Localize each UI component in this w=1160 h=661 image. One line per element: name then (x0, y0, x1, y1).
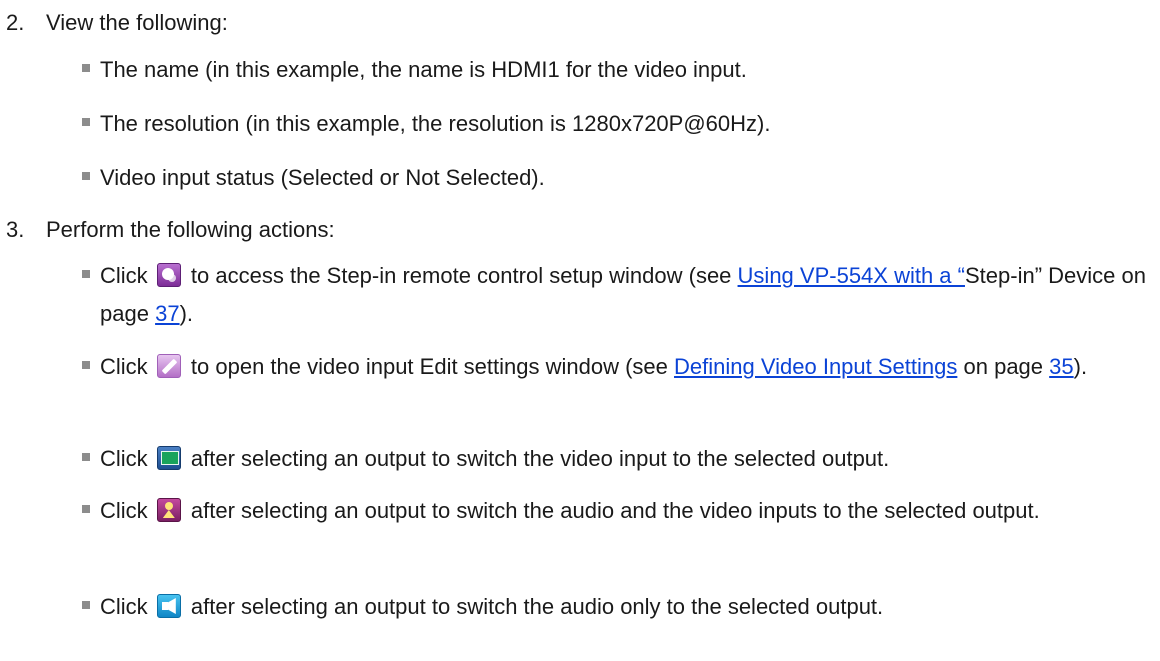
bullet-icon (82, 172, 90, 180)
bullet-icon (82, 453, 90, 461)
list-item: The resolution (in this example, the res… (52, 105, 1152, 143)
step-text: View the following: (46, 10, 228, 35)
document-page: 2. View the following: The name (in this … (0, 0, 1160, 661)
link-using-vp-554x[interactable]: Using VP-554X with a “ (738, 263, 965, 288)
audio-video-switch-icon[interactable] (156, 498, 181, 522)
bullet-icon (82, 361, 90, 369)
step-number: 2. (6, 10, 25, 35)
list-item: Click to access the Step-in remote contr… (52, 257, 1152, 333)
bullet-icon (82, 64, 90, 72)
link-defining-video-input-settings[interactable]: Defining Video Input Settings (674, 354, 957, 379)
list-item-text: Click after selecting an output to switc… (100, 446, 890, 471)
video-switch-icon[interactable] (156, 446, 181, 470)
list-item-text: Click to open the video input Edit setti… (100, 354, 1088, 379)
list-item: Click after selecting an output to switc… (52, 492, 1152, 530)
bullet-icon (82, 601, 90, 609)
edit-pencil-icon[interactable] (156, 354, 181, 378)
list-item-text: The name (in this example, the name is H… (100, 57, 747, 82)
link-page-35[interactable]: 35 (1049, 354, 1073, 379)
step-3: 3. Perform the following actions: (6, 215, 335, 245)
list-item: The name (in this example, the name is H… (52, 51, 1152, 89)
step-text: Perform the following actions: (46, 217, 335, 242)
list-item-text: The resolution (in this example, the res… (100, 111, 771, 136)
list-item: Click to open the video input Edit setti… (52, 348, 1152, 386)
audio-switch-icon[interactable] (156, 594, 181, 618)
list-item: Click after selecting an output to switc… (52, 440, 1152, 478)
step-2: 2. View the following: (6, 8, 228, 38)
list-item-text: Click to access the Step-in remote contr… (100, 263, 1146, 326)
bullet-icon (82, 505, 90, 513)
step-number: 3. (6, 217, 25, 242)
link-page-37[interactable]: 37 (155, 301, 179, 326)
list-item-text: Click after selecting an output to switc… (100, 594, 884, 619)
bullet-icon (82, 270, 90, 278)
bullet-icon (82, 118, 90, 126)
list-item-text: Click after selecting an output to switc… (100, 498, 1040, 523)
list-item-text: Video input status (Selected or Not Sele… (100, 165, 545, 190)
list-item: Click after selecting an output to switc… (52, 588, 1152, 626)
step-in-remote-icon[interactable] (156, 263, 181, 287)
list-item: Video input status (Selected or Not Sele… (52, 159, 1152, 197)
